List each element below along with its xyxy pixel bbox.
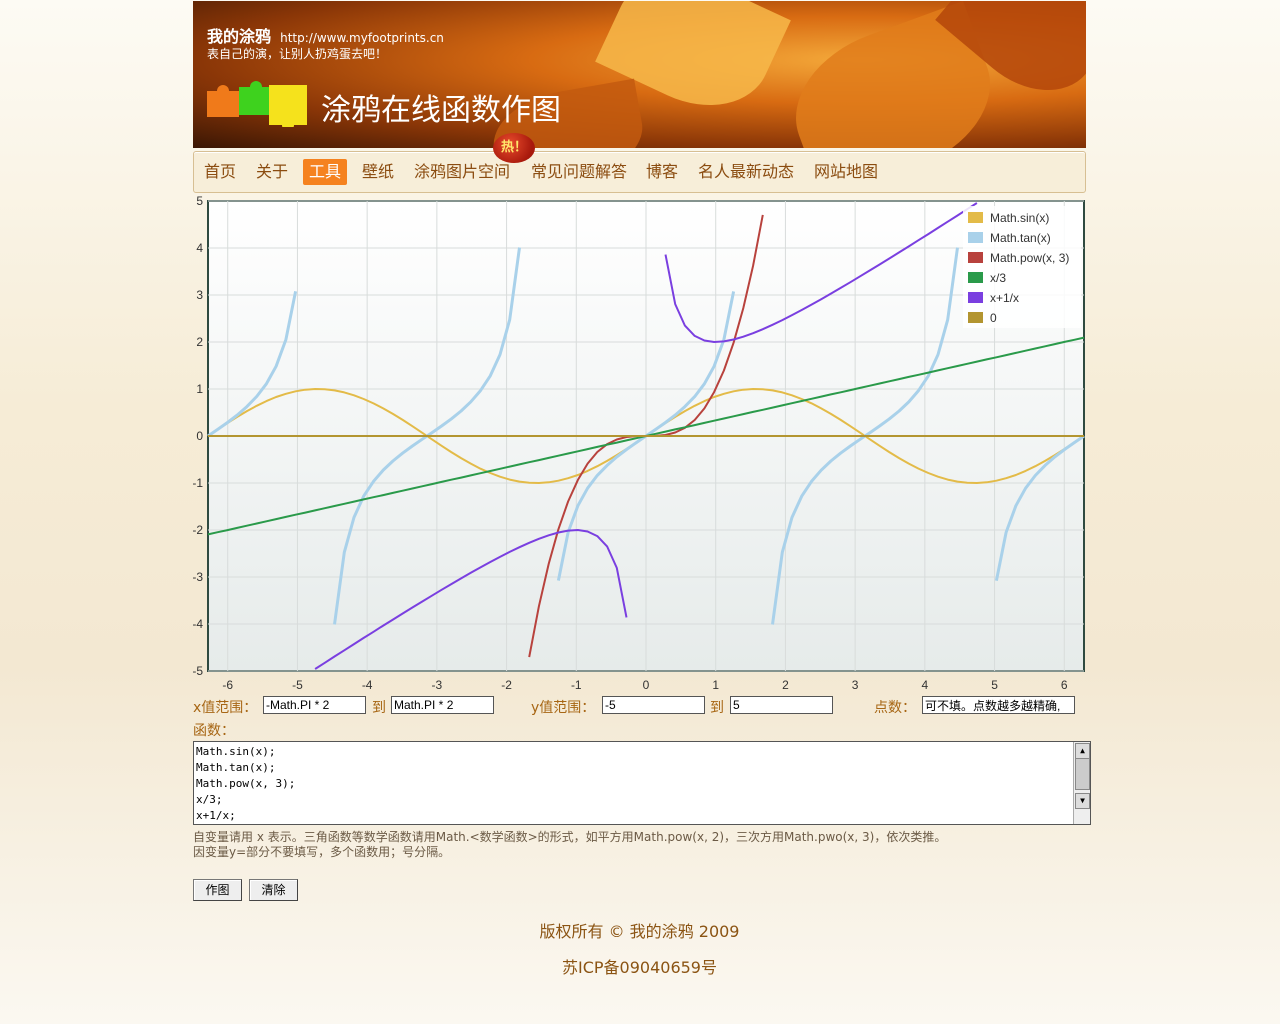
site-slogan: 表自己的演，让别人扔鸡蛋去吧！ [207,47,388,61]
hint-line-2: 因变量y=部分不要填写，多个函数用；号分隔。 [193,845,451,859]
y-tick-label: 5 [196,196,203,208]
legend-swatch [968,252,983,263]
x-range-label: x值范围： [193,700,258,716]
x-tick-label: -5 [292,678,303,692]
y-tick-label: 4 [196,241,203,255]
x-to-input[interactable] [391,696,494,714]
textarea-scrollbar[interactable]: ▲ ▼ [1073,742,1090,824]
x-tick-label: 1 [712,678,719,692]
legend-label: Math.tan(x) [990,231,1051,245]
function-line: x+1/x; [196,809,236,822]
nav-item-wallpaper[interactable]: 壁纸 [362,159,394,185]
legend-label: x/3 [990,271,1006,285]
function-line: Math.sin(x); [196,745,276,758]
y-tick-label: -1 [193,476,203,490]
copyright-text: 版权所有 © 我的涂鸦 2009 [539,922,740,941]
legend-label: Math.sin(x) [990,211,1049,225]
y-tick-label: -4 [193,617,203,631]
x-tick-label: 3 [852,678,859,692]
function-plot-chart: -6 -5 -4 -3 -2 -1 0 1 2 3 4 5 6 5 4 3 2 1 0 -1 -2 -3 -4 -5 Math… [193,196,1085,692]
y-to-label: 到 [710,700,724,716]
function-line: Math.tan(x); [196,761,276,774]
points-input[interactable] [922,696,1075,714]
nav-item-faq[interactable]: 常见问题解答 [531,159,627,185]
puzzle-logo-icon [207,81,307,127]
functions-textarea[interactable]: Math.sin(x); Math.tan(x); Math.pow(x, 3)… [193,741,1091,825]
hot-badge: 热！ [493,133,535,163]
x-tick-label: -3 [432,678,443,692]
clear-button[interactable]: 清除 [249,879,298,901]
x-tick-label: -1 [571,678,582,692]
icp-text: 苏ICP备09040659号 [562,958,717,977]
y-tick-label: -3 [193,570,203,584]
x-tick-label: -6 [222,678,233,692]
nav-item-celebrity-news[interactable]: 名人最新动态 [698,159,794,185]
x-to-label: 到 [372,700,386,716]
legend-label: 0 [990,311,997,325]
usage-hint: 自变量请用 x 表示。三角函数等数学函数请用Math.<数学函数>的形式，如平方… [193,830,946,860]
x-tick-label: 5 [991,678,998,692]
y-from-input[interactable] [602,696,705,714]
x-from-input[interactable] [263,696,366,714]
x-tick-label: 2 [782,678,789,692]
scroll-thumb[interactable] [1075,758,1090,790]
plot-legend: Math.sin(x) Math.tan(x) Math.pow(x, 3) x/3 x… [963,206,1081,328]
site-name: 我的涂鸦 [207,27,272,46]
functions-label: 函数： [193,723,235,739]
legend-swatch [968,312,983,323]
legend-label: x+1/x [990,291,1019,305]
nav-item-home[interactable]: 首页 [204,159,236,185]
y-to-input[interactable] [730,696,833,714]
site-brand[interactable]: 我的涂鸦 http://www.myfootprints.cn [207,23,444,47]
nav-item-tools[interactable]: 工具 [303,159,348,185]
legend-swatch [968,292,983,303]
legend-swatch [968,212,983,223]
y-range-label: y值范围： [531,700,596,716]
y-tick-label: 1 [196,382,203,396]
legend-label: Math.pow(x, 3) [990,251,1069,265]
range-controls: x值范围： 到 y值范围： 到 点数： [193,694,1086,718]
x-tick-label: 6 [1061,678,1068,692]
nav-item-sitemap[interactable]: 网站地图 [814,159,878,185]
points-label: 点数： [874,700,916,716]
y-tick-label: 2 [196,335,203,349]
nav-item-gallery[interactable]: 涂鸦图片空间 [414,159,510,185]
nav-item-blog[interactable]: 博客 [646,159,678,185]
x-tick-label: -4 [362,678,373,692]
x-tick-label: 0 [643,678,650,692]
main-nav: 首页 关于 工具 壁纸 涂鸦图片空间 常见问题解答 博客 名人最新动态 网站地图 [193,151,1086,193]
site-header: 我的涂鸦 http://www.myfootprints.cn 表自己的演，让别… [193,1,1086,148]
hint-line-1: 自变量请用 x 表示。三角函数等数学函数请用Math.<数学函数>的形式，如平方… [193,830,947,844]
x-tick-label: 4 [922,678,929,692]
nav-item-about[interactable]: 关于 [256,159,288,185]
scroll-down-icon[interactable]: ▼ [1075,793,1090,809]
plot-button[interactable]: 作图 [193,879,242,901]
y-tick-label: -5 [193,664,203,678]
scroll-up-icon[interactable]: ▲ [1075,743,1090,759]
page-title: 涂鸦在线函数作图 [321,93,561,128]
site-url: http://www.myfootprints.cn [280,31,444,45]
y-tick-label: 3 [196,288,203,302]
legend-swatch [968,232,983,243]
legend-swatch [968,272,983,283]
y-tick-label: 0 [196,429,203,443]
function-line: Math.pow(x, 3); [196,777,296,790]
y-tick-label: -2 [193,523,203,537]
x-tick-label: -2 [501,678,512,692]
function-line: x/3; [196,793,223,806]
